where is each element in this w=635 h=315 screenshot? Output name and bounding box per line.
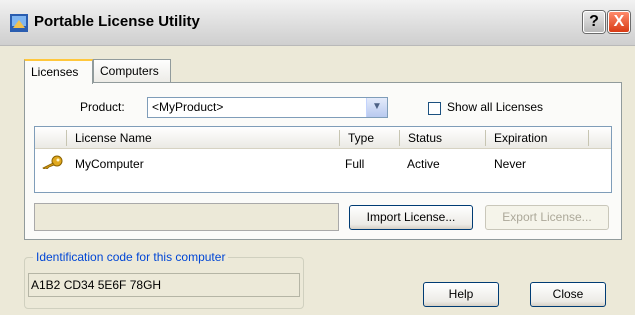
product-select[interactable]: <MyProduct> [147, 97, 388, 118]
license-list[interactable]: License Name Type Status Expiration MyCo… [34, 126, 612, 193]
tab-licenses[interactable]: Licenses [24, 59, 93, 84]
column-header-expiration[interactable]: Expiration [494, 131, 547, 145]
license-expiration-cell: Never [494, 157, 527, 171]
chevron-down-icon[interactable]: ▼ [366, 98, 387, 117]
identification-code: A1B2 CD34 5E6F 78GH [31, 278, 162, 292]
column-separator[interactable] [339, 130, 340, 146]
show-all-licenses-label[interactable]: Show all Licenses [447, 100, 543, 114]
window-title: Portable License Utility [34, 13, 200, 30]
product-label: Product: [80, 100, 125, 114]
license-type-cell: Full [345, 157, 365, 171]
title-close-button[interactable]: X [608, 11, 630, 33]
identification-code-field[interactable]: A1B2 CD34 5E6F 78GH [28, 273, 300, 297]
import-license-button[interactable]: Import License... [349, 205, 473, 230]
help-button[interactable]: Help [423, 282, 499, 307]
license-status-cell: Active [407, 157, 440, 171]
show-all-licenses-checkbox[interactable] [428, 102, 441, 115]
column-header-status[interactable]: Status [408, 131, 442, 145]
column-separator[interactable] [588, 130, 589, 146]
tab-computers[interactable]: Computers [93, 59, 171, 83]
export-license-button[interactable]: Export License... [485, 205, 609, 230]
identification-group-title: Identification code for this computer [33, 250, 229, 264]
column-separator[interactable] [66, 130, 67, 146]
column-header-type[interactable]: Type [348, 131, 374, 145]
license-list-header: License Name Type Status Expiration [35, 127, 611, 149]
column-separator[interactable] [399, 130, 400, 146]
product-select-value: <MyProduct> [152, 100, 224, 114]
key-icon [42, 155, 63, 169]
title-bar[interactable]: Portable License Utility ? X [0, 0, 635, 46]
license-name-cell: MyComputer [75, 157, 144, 171]
app-icon [10, 14, 28, 32]
column-header-license-name[interactable]: License Name [75, 131, 152, 145]
title-help-button[interactable]: ? [583, 11, 605, 33]
license-info-field [34, 203, 339, 231]
close-button[interactable]: Close [530, 282, 606, 307]
column-separator[interactable] [485, 130, 486, 146]
